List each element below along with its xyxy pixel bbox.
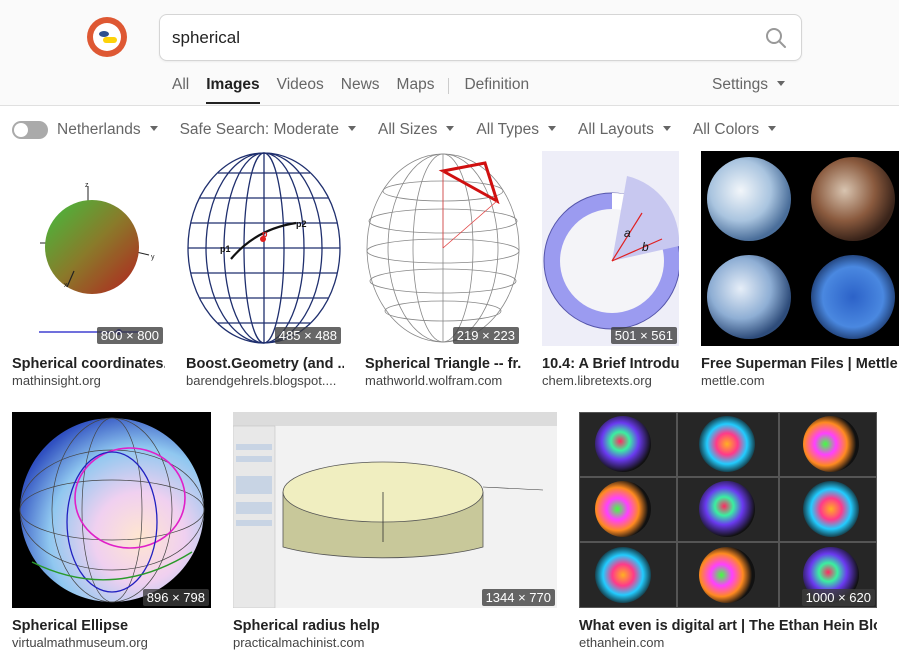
image-result[interactable]: z y x 800 × 800 Spherical coordinates...… bbox=[12, 151, 165, 389]
result-domain[interactable]: mathinsight.org bbox=[12, 373, 165, 389]
color-filter[interactable]: All Colors bbox=[692, 121, 777, 139]
size-label: All Sizes bbox=[377, 121, 438, 138]
image-result[interactable]: a b 501 × 561 10.4: A Brief Introdu... c… bbox=[542, 151, 680, 389]
image-result[interactable]: 1344 × 770 Spherical radius help practic… bbox=[233, 412, 558, 651]
result-title[interactable]: 10.4: A Brief Introdu... bbox=[542, 356, 680, 373]
settings-menu[interactable]: Settings bbox=[712, 76, 786, 94]
result-title[interactable]: Spherical coordinates... bbox=[12, 356, 165, 373]
result-domain[interactable]: virtualmathmuseum.org bbox=[12, 635, 212, 651]
tab-definition[interactable]: Definition bbox=[464, 76, 529, 104]
tab-maps[interactable]: Maps bbox=[397, 76, 435, 104]
tab-images[interactable]: Images bbox=[206, 76, 260, 104]
result-thumbnail[interactable]: p p1 p2 485 × 488 bbox=[186, 151, 343, 346]
result-domain[interactable]: chem.libretexts.org bbox=[542, 373, 680, 389]
result-thumbnail[interactable]: a b 501 × 561 bbox=[542, 151, 679, 346]
image-result[interactable]: 1000 × 620 What even is digital art | Th… bbox=[579, 412, 877, 651]
header: All Images Videos News Maps Definition S… bbox=[0, 0, 899, 106]
image-result[interactable]: 219 × 223 Spherical Triangle -- fr... ma… bbox=[365, 151, 521, 389]
result-thumbnail[interactable] bbox=[701, 151, 899, 346]
type-label: All Types bbox=[476, 121, 540, 138]
layout-filter[interactable]: All Layouts bbox=[578, 121, 671, 139]
image-dimensions: 800 × 800 bbox=[96, 327, 163, 344]
search-input[interactable] bbox=[172, 25, 732, 51]
size-filter[interactable]: All Sizes bbox=[377, 121, 455, 139]
image-dimensions: 219 × 223 bbox=[452, 327, 519, 344]
result-domain[interactable]: mettle.com bbox=[701, 373, 899, 389]
chevron-down-icon bbox=[768, 126, 777, 131]
result-domain[interactable]: mathworld.wolfram.com bbox=[365, 373, 521, 389]
tab-all[interactable]: All bbox=[172, 76, 189, 104]
image-dimensions: 896 × 798 bbox=[142, 589, 209, 606]
image-dimensions: 1344 × 770 bbox=[481, 589, 555, 606]
radius-label-a: a bbox=[624, 226, 631, 240]
result-thumbnail[interactable]: 896 × 798 bbox=[12, 412, 211, 608]
chevron-down-icon bbox=[149, 126, 158, 131]
result-domain[interactable]: practicalmachinist.com bbox=[233, 635, 558, 651]
image-dimensions: 1000 × 620 bbox=[801, 589, 875, 606]
point-label-p: p bbox=[262, 229, 268, 239]
radius-label-b: b bbox=[642, 240, 649, 254]
safe-search-label: Safe Search: Moderate bbox=[179, 121, 339, 138]
nav-tabs: All Images Videos News Maps Definition bbox=[172, 76, 546, 104]
result-title[interactable]: Free Superman Files | Mettle bbox=[701, 356, 899, 373]
nav-divider bbox=[448, 78, 450, 94]
duckduckgo-logo[interactable] bbox=[87, 17, 127, 57]
region-label: Netherlands bbox=[57, 121, 141, 138]
search-box bbox=[159, 14, 802, 61]
image-result[interactable]: p p1 p2 485 × 488 Boost.Geometry (and ..… bbox=[186, 151, 344, 389]
chevron-down-icon bbox=[347, 126, 356, 131]
result-domain[interactable]: ethanhein.com bbox=[579, 635, 877, 651]
tab-news[interactable]: News bbox=[341, 76, 380, 104]
chevron-down-icon bbox=[548, 126, 557, 131]
safe-search-filter[interactable]: Safe Search: Moderate bbox=[180, 121, 356, 139]
color-label: All Colors bbox=[692, 121, 760, 138]
image-result[interactable]: 896 × 798 Spherical Ellipse virtualmathm… bbox=[12, 412, 212, 651]
axis-label-z: z bbox=[85, 182, 89, 189]
result-title[interactable]: Boost.Geometry (and ... bbox=[186, 356, 344, 373]
search-icon[interactable] bbox=[765, 27, 787, 49]
result-title[interactable]: Spherical Ellipse bbox=[12, 618, 212, 635]
result-thumbnail[interactable]: z y x 800 × 800 bbox=[12, 151, 165, 346]
result-title[interactable]: What even is digital art | The Ethan Hei… bbox=[579, 618, 877, 635]
result-thumbnail[interactable]: 1000 × 620 bbox=[579, 412, 877, 608]
region-toggle[interactable] bbox=[12, 121, 48, 139]
result-thumbnail[interactable]: 1344 × 770 bbox=[233, 412, 557, 608]
chevron-down-icon bbox=[777, 81, 786, 86]
point-label-p2: p2 bbox=[296, 219, 307, 229]
result-thumbnail[interactable]: 219 × 223 bbox=[365, 151, 521, 346]
filter-bar: Netherlands Safe Search: Moderate All Si… bbox=[12, 119, 798, 141]
axis-label-x: x bbox=[64, 282, 68, 289]
settings-label: Settings bbox=[712, 76, 769, 93]
image-dimensions: 485 × 488 bbox=[274, 327, 341, 344]
result-title[interactable]: Spherical Triangle -- fr... bbox=[365, 356, 521, 373]
point-label-p1: p1 bbox=[220, 244, 231, 254]
axis-label-y: y bbox=[151, 254, 155, 261]
chevron-down-icon bbox=[662, 126, 671, 131]
image-result[interactable]: Free Superman Files | Mettle mettle.com bbox=[701, 151, 899, 389]
type-filter[interactable]: All Types bbox=[476, 121, 557, 139]
chevron-down-icon bbox=[446, 126, 455, 131]
result-domain[interactable]: barendgehrels.blogspot.... bbox=[186, 373, 344, 389]
result-title[interactable]: Spherical radius help bbox=[233, 618, 558, 635]
image-dimensions: 501 × 561 bbox=[610, 327, 677, 344]
tab-videos[interactable]: Videos bbox=[277, 76, 324, 104]
region-filter[interactable]: Netherlands bbox=[57, 121, 158, 139]
layout-label: All Layouts bbox=[578, 121, 654, 138]
